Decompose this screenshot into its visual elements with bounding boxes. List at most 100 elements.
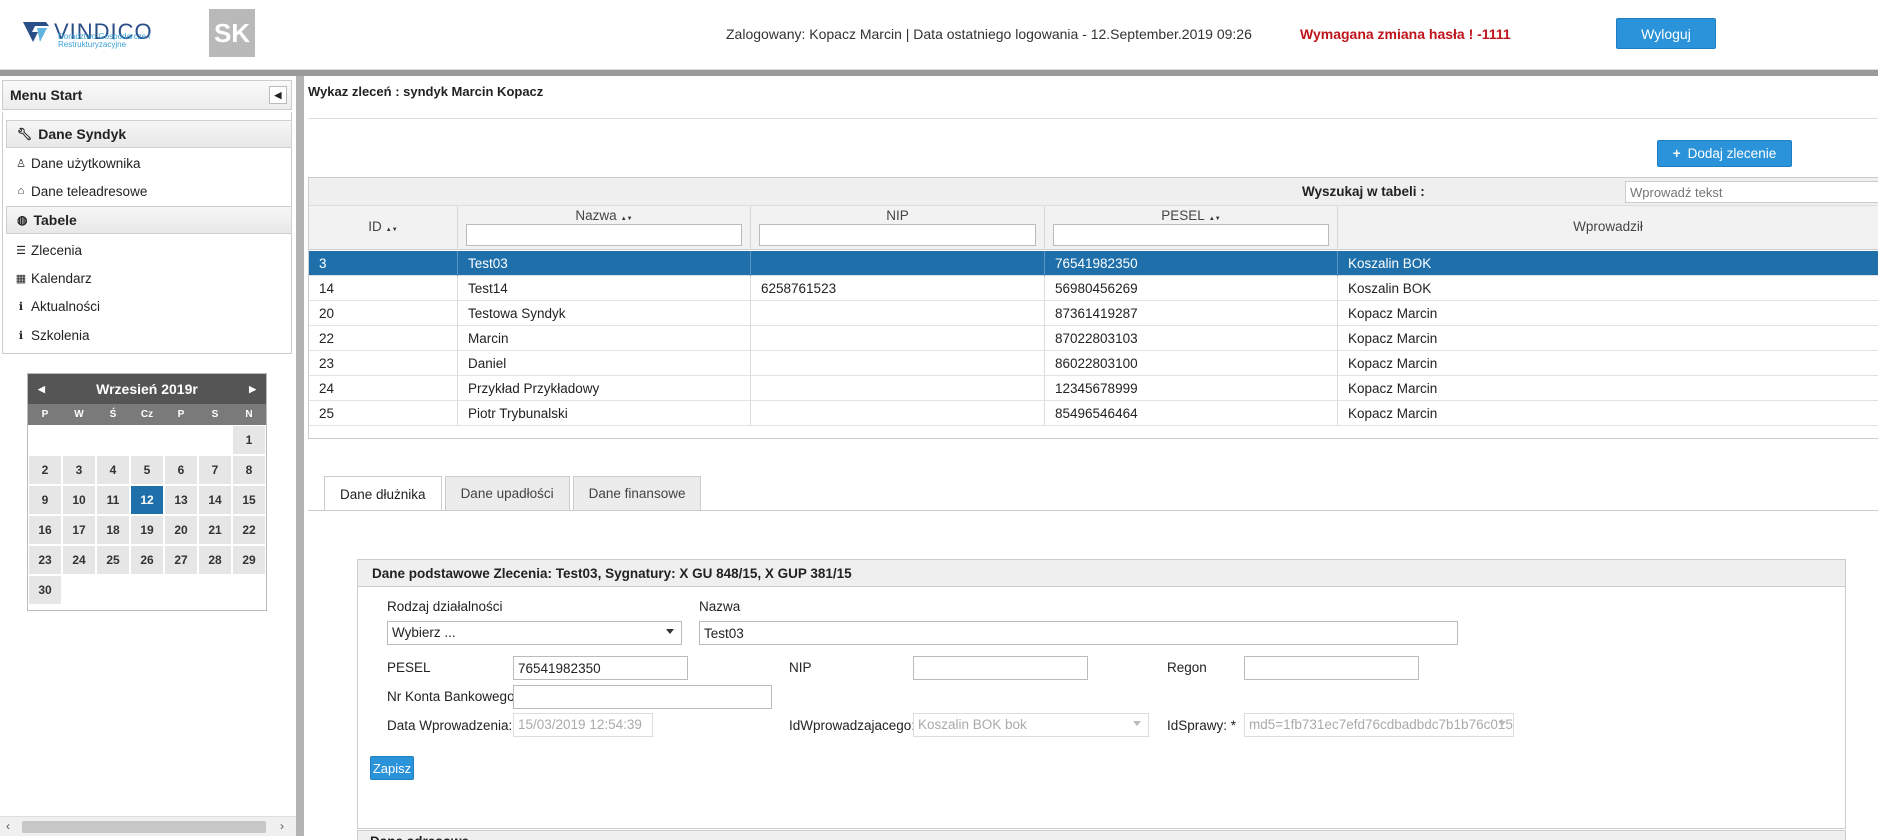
calendar-blank-cell <box>164 425 198 455</box>
calendar-day[interactable]: 12 <box>130 485 164 515</box>
calendar-day[interactable]: 3 <box>62 455 96 485</box>
sidebar-item-zlecenia[interactable]: ☰ Zlecenia <box>14 238 82 262</box>
sort-icon[interactable]: ▲▼ <box>1209 216 1221 222</box>
calendar-day[interactable]: 25 <box>96 545 130 575</box>
save-button[interactable]: Zapisz <box>370 756 414 780</box>
calendar-day[interactable]: 22 <box>232 515 266 545</box>
calendar-day[interactable]: 5 <box>130 455 164 485</box>
main-content: Wykaz zleceń : syndyk Marcin Kopacz + Do… <box>304 76 1878 840</box>
calendar-day[interactable]: 28 <box>198 545 232 575</box>
idsprawy-label: IdSprawy: * <box>1167 718 1237 733</box>
calendar-day[interactable]: 20 <box>164 515 198 545</box>
tab-dane-dłużnika[interactable]: Dane dłużnika <box>324 476 442 511</box>
calendar-day[interactable]: 24 <box>62 545 96 575</box>
scroll-left-icon[interactable]: ‹ <box>6 819 10 833</box>
panel-divider[interactable] <box>296 76 304 836</box>
sort-icon[interactable]: ▲▼ <box>621 216 633 222</box>
password-warning[interactable]: Wymagana zmiana hasła ! -1111 <box>1300 26 1511 42</box>
calendar-day[interactable]: 8 <box>232 455 266 485</box>
section-dane-syndyk[interactable]: 🔧︎ Dane Syndyk <box>6 120 292 148</box>
table-row[interactable]: 23 Daniel 86022803100 Kopacz Marcin <box>309 351 1878 376</box>
calendar-day[interactable]: 10 <box>62 485 96 515</box>
rodzaj-label: Rodzaj działalności <box>387 599 503 614</box>
calendar-day[interactable]: 9 <box>28 485 62 515</box>
sidebar-item-szkolenia[interactable]: ℹ Szkolenia <box>14 323 90 347</box>
section-tabele[interactable]: ◍ Tabele <box>6 206 292 234</box>
search-input[interactable] <box>1625 181 1878 203</box>
info-icon: ℹ <box>18 329 24 342</box>
table-row[interactable]: 20 Testowa Syndyk 87361419287 Kopacz Marcin <box>309 301 1878 326</box>
home-icon: ⌂ <box>17 185 25 197</box>
calendar-day[interactable]: 1 <box>232 425 266 455</box>
address-panel-header[interactable]: Dane adresowe <box>357 830 1846 840</box>
tab-dane-upadłości[interactable]: Dane upadłości <box>444 476 570 510</box>
column-header[interactable]: Nazwa ▲▼ <box>458 206 751 250</box>
logo-subtitle: Doradztwo Gospodarcze i Restrukturyzacyj… <box>58 32 151 49</box>
column-filter-input[interactable] <box>759 224 1036 246</box>
calendar-day[interactable]: 6 <box>164 455 198 485</box>
konto-input[interactable] <box>513 685 772 709</box>
table-cell-id: 24 <box>309 376 458 401</box>
tab-dane-finansowe[interactable]: Dane finansowe <box>572 476 702 510</box>
calendar-day[interactable]: 18 <box>96 515 130 545</box>
calendar-day[interactable]: 13 <box>164 485 198 515</box>
sidebar-scrollbar[interactable]: ‹ › <box>0 816 296 836</box>
column-header[interactable]: ID ▲▼ <box>309 206 458 250</box>
secondary-logo: SK <box>209 9 255 57</box>
calendar-day[interactable]: 27 <box>164 545 198 575</box>
calendar-day[interactable]: 15 <box>232 485 266 515</box>
collapse-menu-button[interactable]: ◀ <box>269 86 287 104</box>
calendar-day[interactable]: 19 <box>130 515 164 545</box>
add-order-button[interactable]: + Dodaj zlecenie <box>1657 140 1792 167</box>
next-month-button[interactable]: ▶ <box>249 384 256 395</box>
calendar-icon: ▦ <box>15 272 27 285</box>
calendar-blank-cell <box>96 425 130 455</box>
table-row[interactable]: 3 Test03 76541982350 Koszalin BOK <box>309 251 1878 276</box>
panel-title: Dane podstawowe Zlecenia: Test03, Sygnat… <box>358 560 1845 587</box>
sidebar-item-kalendarz[interactable]: ▦ Kalendarz <box>14 266 92 290</box>
calendar-day[interactable]: 23 <box>28 545 62 575</box>
calendar-day[interactable]: 26 <box>130 545 164 575</box>
calendar-day[interactable]: 29 <box>232 545 266 575</box>
sort-icon[interactable]: ▲▼ <box>386 227 398 233</box>
calendar-day[interactable]: 17 <box>62 515 96 545</box>
column-filter-input[interactable] <box>466 224 742 246</box>
sidebar-item-aktualnosci[interactable]: ℹ Aktualności <box>14 294 100 318</box>
table-cell-pesel: 12345678999 <box>1045 376 1338 401</box>
scrollbar-thumb[interactable] <box>22 821 266 833</box>
table-cell-id: 23 <box>309 351 458 376</box>
logged-in-info: Zalogowany: Kopacz Marcin | Data ostatni… <box>726 26 1252 42</box>
scroll-right-icon[interactable]: › <box>280 819 284 833</box>
regon-label: Regon <box>1167 660 1207 675</box>
nip-input[interactable] <box>913 656 1088 680</box>
table-row[interactable]: 25 Piotr Trybunalski 85496546464 Kopacz Mar… <box>309 401 1878 426</box>
calendar-day[interactable]: 16 <box>28 515 62 545</box>
column-filter-input[interactable] <box>1053 224 1329 246</box>
table-row[interactable]: 24 Przykład Przykładowy 12345678999 Kopacz … <box>309 376 1878 401</box>
table-cell-wprowadzil: Koszalin BOK <box>1338 276 1878 301</box>
column-label: PESEL <box>1161 208 1205 223</box>
sidebar-item-dane-uzytkownika[interactable]: ♙ Dane użytkownika <box>14 151 141 175</box>
sidebar-item-dane-teleadresowe[interactable]: ⌂ Dane teleadresowe <box>14 179 148 203</box>
calendar-day[interactable]: 4 <box>96 455 130 485</box>
column-label: ID <box>368 219 382 234</box>
pesel-input[interactable] <box>513 656 688 680</box>
calendar-day[interactable]: 11 <box>96 485 130 515</box>
table-cell-nip <box>751 251 1045 276</box>
calendar-day[interactable]: 21 <box>198 515 232 545</box>
nazwa-input[interactable] <box>699 621 1458 645</box>
calendar-day[interactable]: 14 <box>198 485 232 515</box>
column-header[interactable]: PESEL ▲▼ <box>1045 206 1338 250</box>
rodzaj-select[interactable]: Wybierz ... <box>387 621 682 645</box>
prev-month-button[interactable]: ◀ <box>38 384 45 395</box>
table-row[interactable]: 22 Marcin 87022803103 Kopacz Marcin <box>309 326 1878 351</box>
table-row[interactable]: 14 Test14 6258761523 56980456269 Koszalin BO… <box>309 276 1878 301</box>
chevron-down-icon <box>1133 721 1141 726</box>
calendar-day[interactable]: 30 <box>28 575 62 605</box>
calendar-day[interactable]: 7 <box>198 455 232 485</box>
regon-input[interactable] <box>1244 656 1419 680</box>
database-icon: ☰ <box>16 244 26 257</box>
calendar-day[interactable]: 2 <box>28 455 62 485</box>
logout-button[interactable]: Wyloguj <box>1616 18 1716 49</box>
table-cell-nip <box>751 351 1045 376</box>
